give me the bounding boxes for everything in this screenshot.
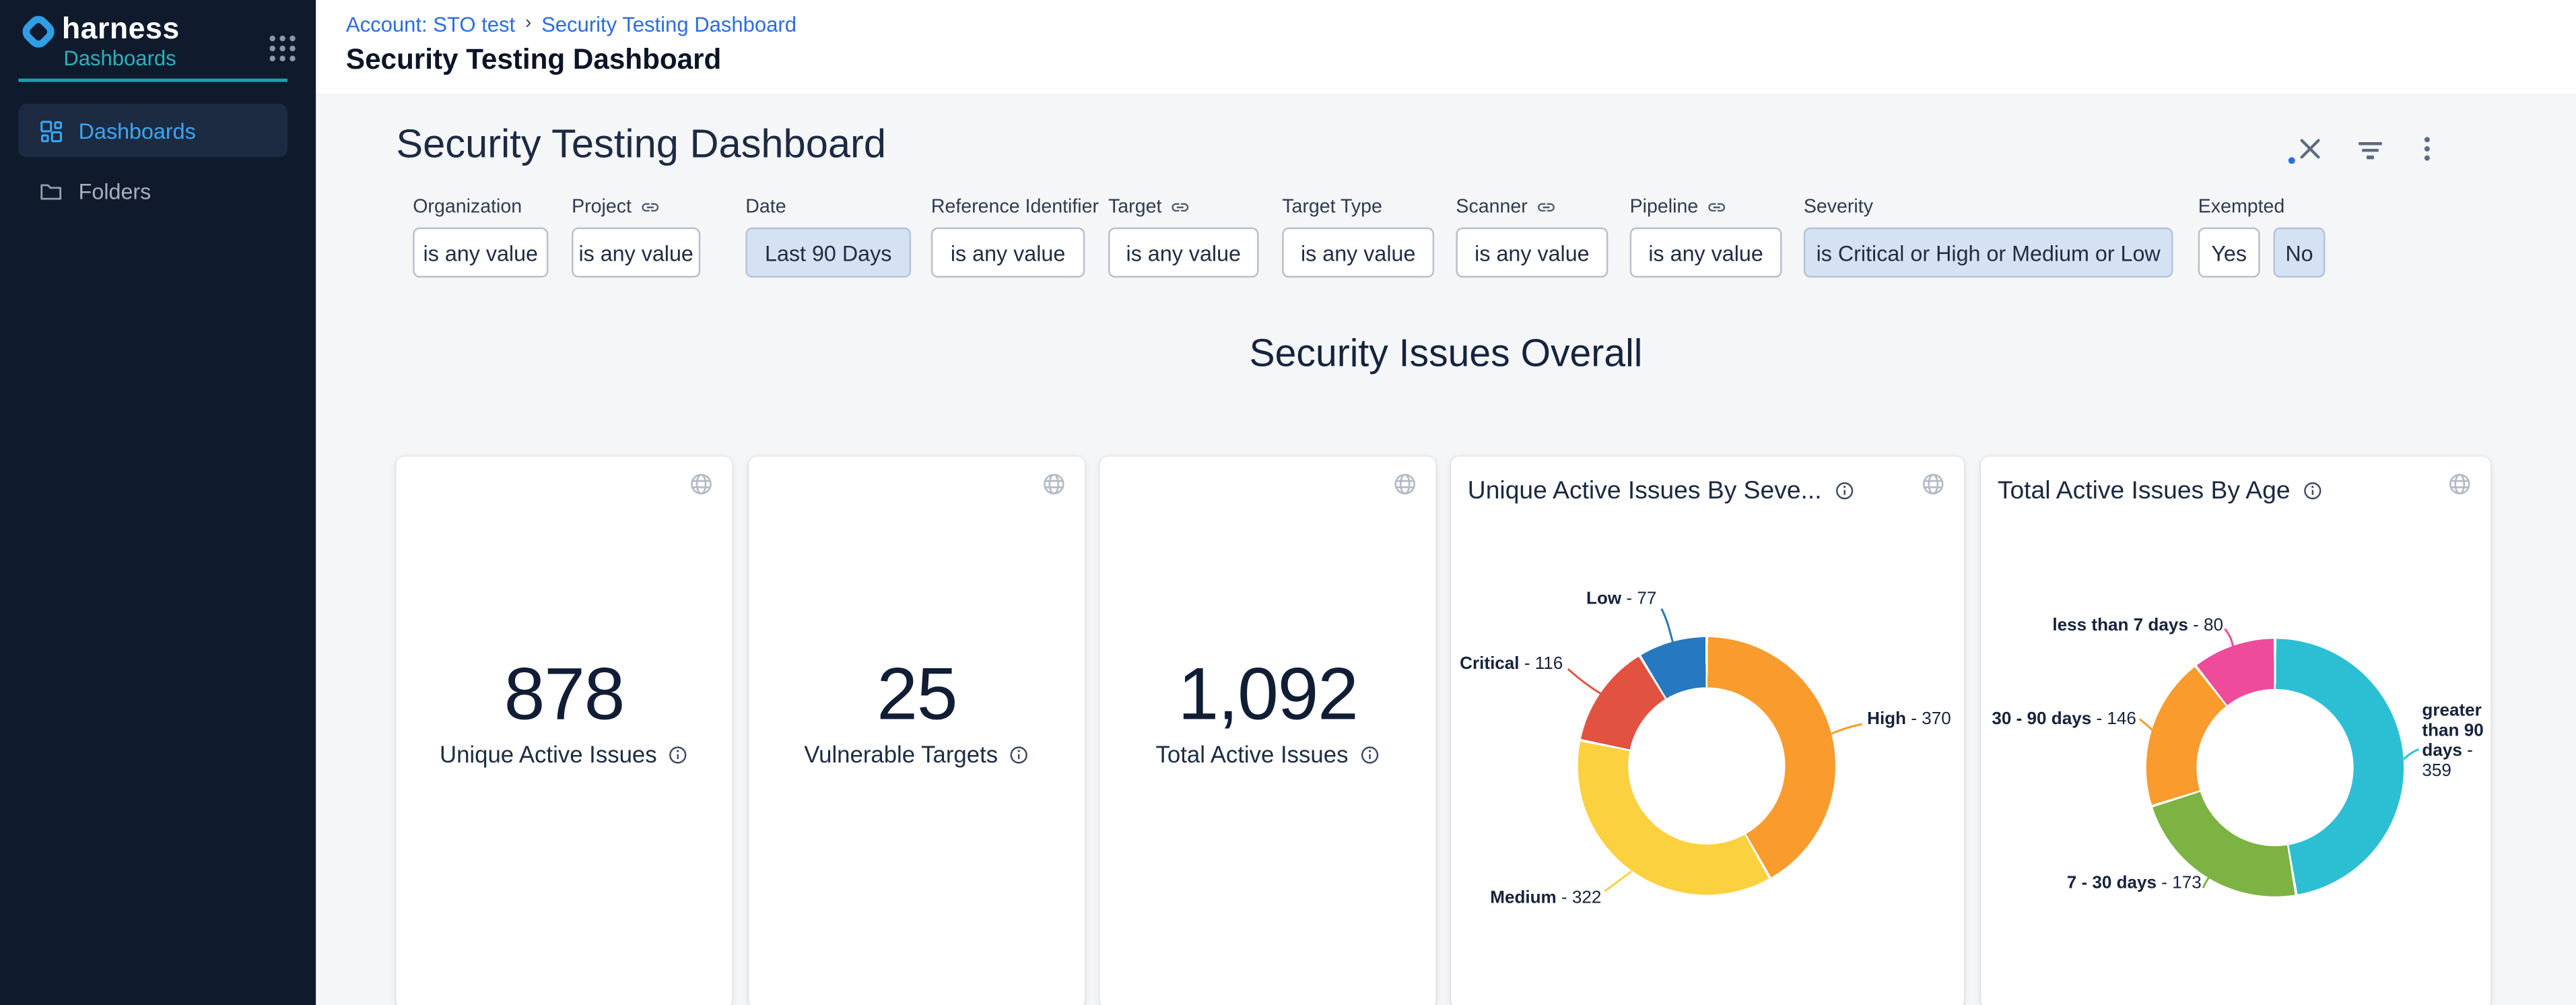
brand-name: harness [62,11,180,46]
globe-icon[interactable] [689,472,714,496]
sidebar-item-dashboards[interactable]: Dashboards [18,104,287,157]
slice-label-medium: Medium - 322 [1490,888,1601,908]
filter-label: Severity [1804,197,1873,218]
dashboard-content: Security Testing Dashboard Organization … [316,96,2576,1005]
globe-icon[interactable] [1392,472,1417,496]
filter-date: Date Last 90 Days [745,195,911,278]
filter-exempted: Exempted Yes No [2198,195,2326,278]
info-icon[interactable] [1008,744,1029,765]
stat-card-total-active-issues: 1,092 Total Active Issues [1100,457,1436,1005]
chart-title: Unique Active Issues By Seve... [1468,477,1822,505]
filter-label: Pipeline [1630,197,1699,218]
stat-value: 25 [749,654,1085,738]
page-title: Security Testing Dashboard [346,44,721,77]
filter-value-chip[interactable]: Last 90 Days [745,228,911,278]
filter-value-chip[interactable]: is any value [1108,228,1258,278]
link-icon [1536,197,1556,218]
breadcrumb: Account: STO test › Security Testing Das… [346,13,796,37]
filter-value-chip[interactable]: is Critical or High or Medium or Low [1804,228,2173,278]
slice-label-high: High - 370 [1867,709,1951,730]
dashboards-icon [38,118,63,143]
cursor-dot [2289,157,2295,164]
filter-value-chip[interactable]: is any value [931,228,1085,278]
chart-title: Total Active Issues By Age [1998,477,2291,505]
slice-label-low: Low - 77 [1586,589,1656,609]
filter-label: Project [572,197,632,218]
globe-icon[interactable] [2447,472,2472,496]
sidebar-item-label: Dashboards [79,118,196,143]
sidebar: harness Dashboards Dashboards Folders [0,0,316,1005]
filter-value-chip[interactable]: is any value [1282,228,1434,278]
filter-value-chip[interactable]: is any value [413,228,548,278]
breadcrumb-account-link[interactable]: Account: STO test [346,13,515,37]
stat-label: Vulnerable Targets [804,741,998,768]
sidebar-item-folders[interactable]: Folders [18,164,287,217]
filter-value-chip[interactable]: is any value [1630,228,1782,278]
info-icon[interactable] [2302,480,2324,502]
section-title: Security Issues Overall [316,331,2576,377]
info-icon[interactable] [1833,480,1855,502]
stat-card-vulnerable-targets: 25 Vulnerable Targets [749,457,1085,1005]
app-grid-icon[interactable] [267,34,298,64]
filter-label: Organization [413,197,522,218]
filter-target: Target is any value [1108,195,1258,278]
chart-card-issues-by-age: Total Active Issues By Age less than 7 d… [1981,457,2490,1005]
filter-label: Scanner [1456,197,1527,218]
link-icon [1170,197,1190,218]
top-bar: Account: STO test › Security Testing Das… [316,0,2576,96]
kebab-menu-icon[interactable] [2412,134,2443,164]
filter-label: Target Type [1282,197,1382,218]
stat-value: 878 [396,654,732,738]
info-icon[interactable] [1358,744,1380,765]
filter-label: Date [745,197,786,218]
filter-scanner: Scanner is any value [1456,195,1608,278]
stat-label: Total Active Issues [1156,741,1349,768]
filter-organization: Organization is any value [413,195,548,278]
harness-logo-icon [20,13,57,51]
stat-card-unique-active-issues: 878 Unique Active Issues [396,457,732,1005]
slice-label-greater-than-90-days: greater than 90 days - 359 [2422,701,2485,781]
slice-label-7-30-days: 7 - 30 days - 173 [2067,873,2202,893]
filter-severity: Severity is Critical or High or Medium o… [1804,195,2173,278]
breadcrumb-chevron-icon: › [525,13,531,34]
sidebar-item-label: Folders [79,178,151,203]
filter-target-type: Target Type is any value [1282,195,1434,278]
filter-pipeline: Pipeline is any value [1630,195,1782,278]
sidebar-divider [18,79,287,82]
brand-header: harness Dashboards [18,8,302,75]
slice-label-30-90-days: 30 - 90 days - 146 [1992,709,2136,730]
filter-value-chip[interactable]: is any value [1456,228,1608,278]
filter-label: Reference Identifier [931,197,1099,218]
globe-icon[interactable] [1042,472,1066,496]
info-icon[interactable] [667,744,689,765]
filter-reference-identifier: Reference Identifier is any value [931,195,1099,278]
filter-icon[interactable] [2355,135,2385,166]
filter-project: Project is any value [572,195,700,278]
exempted-yes-button[interactable]: Yes [2198,228,2260,278]
stat-label: Unique Active Issues [440,741,657,768]
filter-value-chip[interactable]: is any value [572,228,700,278]
filter-label: Exempted [2198,197,2285,218]
globe-icon[interactable] [1921,472,1946,496]
exempted-no-button[interactable]: No [2273,228,2325,278]
severity-donut-chart[interactable] [1578,637,1835,895]
chart-card-issues-by-severity: Unique Active Issues By Seve... Low - 77… [1451,457,1964,1005]
age-donut-chart[interactable] [2146,639,2404,896]
slice-label-less-than-7-days: less than 7 days - 80 [2052,616,2223,636]
dashboard-title: Security Testing Dashboard [396,122,886,169]
link-icon [640,197,660,218]
breadcrumb-current-link[interactable]: Security Testing Dashboard [541,13,796,37]
slice-label-critical: Critical - 116 [1460,654,1563,674]
close-icon[interactable] [2295,134,2326,164]
module-label: Dashboards [63,47,176,71]
filter-label: Target [1108,197,1161,218]
folder-icon [38,178,63,203]
stat-value: 1,092 [1100,654,1436,738]
link-icon [1707,197,1727,218]
